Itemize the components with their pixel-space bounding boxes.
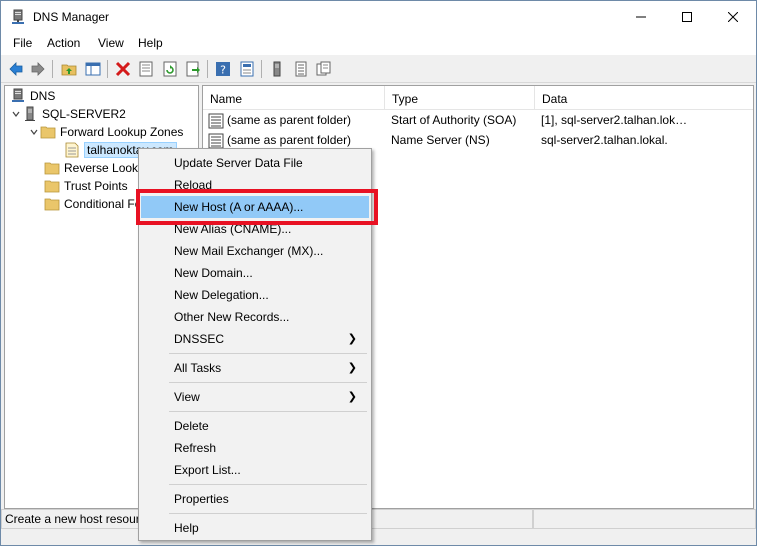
collapse-chevron-icon[interactable] [28,128,40,136]
folder-icon [40,126,56,139]
up-folder-icon [61,64,77,76]
menu-item-new-mail-exchanger[interactable]: New Mail Exchanger (MX)... [141,240,369,262]
menu-bar: File Action View Help [1,33,756,55]
cell-data: sql-server2.talhan.lokal. [541,133,668,147]
zone-file-icon [65,142,79,158]
window-title: DNS Manager [33,10,110,24]
maximize-icon [682,12,692,22]
copy-icon [316,61,331,76]
server-button[interactable] [267,59,287,79]
folder-icon [44,162,60,175]
menu-item-all-tasks-label: All Tasks [174,361,222,375]
cell-data: [1], sql-server2.talhan.lokal., hostmast… [541,113,693,127]
menu-item-export-list[interactable]: Export List... [141,459,369,481]
menu-item-view-label: View [174,390,200,404]
list-view-button[interactable] [291,59,311,79]
show-hide-tree-icon [85,62,101,76]
cell-name: (same as parent folder) [227,113,352,127]
copy-button[interactable] [314,59,334,79]
delete-button[interactable] [113,59,133,79]
table-row[interactable]: (same as parent folder) Start of Authori… [203,111,753,132]
export-list-button[interactable] [183,59,203,79]
folder-icon [44,198,60,211]
record-icon [208,113,224,132]
menu-view[interactable]: View [95,36,127,50]
properties-icon [139,61,153,77]
menu-help[interactable]: Help [135,36,166,50]
status-panel-3 [533,509,756,529]
title-bar: DNS Manager [1,1,756,33]
menu-item-other-new-records[interactable]: Other New Records... [141,306,369,328]
dns-manager-window: DNS Manager File Action View Help ? DNS … [0,0,757,546]
minimize-button[interactable] [618,1,664,33]
annotation-highlight-box [136,189,378,225]
minimize-icon [636,16,646,18]
menu-item-new-domain[interactable]: New Domain... [141,262,369,284]
server-icon [25,106,35,121]
menu-item-help[interactable]: Help [141,517,369,539]
back-button[interactable] [6,59,26,79]
menu-item-properties[interactable]: Properties [141,488,369,510]
menu-item-new-delegation[interactable]: New Delegation... [141,284,369,306]
submenu-arrow-icon: ❯ [347,391,357,403]
close-icon [728,12,738,22]
list-header: Name Type Data [203,86,753,110]
column-header-data[interactable]: Data [535,86,753,110]
close-button[interactable] [710,1,756,33]
back-arrow-icon [9,62,23,76]
column-header-name[interactable]: Name [203,86,385,110]
column-header-type[interactable]: Type [385,86,535,110]
status-bar: Create a new host resource record. [1,509,756,545]
help-button[interactable]: ? [213,59,233,79]
server-icon [273,61,281,77]
menu-item-dnssec[interactable]: DNSSEC ❯ [141,328,369,350]
cell-name: (same as parent folder) [227,133,352,147]
tree-node-server[interactable]: SQL-SERVER2 [10,105,126,123]
maximize-button[interactable] [664,1,710,33]
folder-icon [44,180,60,193]
tree-node-trust-points[interactable]: Trust Points [44,177,128,195]
menu-item-refresh[interactable]: Refresh [141,437,369,459]
menu-action[interactable]: Action [44,36,83,50]
tree-label-dns: DNS [30,89,56,103]
toolbar: ? [1,55,756,83]
refresh-button[interactable] [160,59,180,79]
menu-item-all-tasks[interactable]: All Tasks ❯ [141,357,369,379]
forward-button[interactable] [28,59,48,79]
tree-label-forward-zones: Forward Lookup Zones [60,125,184,139]
list-icon [295,61,307,77]
collapse-chevron-icon[interactable] [10,110,22,118]
dns-app-icon [10,9,26,25]
tree-node-dns[interactable]: DNS [10,87,55,105]
action-pane-button[interactable] [237,59,257,79]
menu-item-update-server-data-file[interactable]: Update Server Data File [141,152,369,174]
tree-label-trust-points: Trust Points [64,179,128,193]
export-list-icon [186,61,200,77]
menu-item-view[interactable]: View ❯ [141,386,369,408]
properties-button[interactable] [136,59,156,79]
cell-type: Start of Authority (SOA) [391,113,517,127]
forward-arrow-icon [31,62,45,76]
tree-node-forward-zones[interactable]: Forward Lookup Zones [28,123,183,141]
delete-icon [115,61,131,77]
svg-text:?: ? [220,64,226,77]
dns-icon [12,88,24,102]
refresh-icon [163,61,177,77]
show-hide-tree-button[interactable] [83,59,103,79]
menu-item-dnssec-label: DNSSEC [174,332,225,346]
submenu-arrow-icon: ❯ [347,362,357,374]
cell-type: Name Server (NS) [391,133,490,147]
tree-label-server: SQL-SERVER2 [42,107,126,121]
menu-item-delete[interactable]: Delete [141,415,369,437]
up-level-button[interactable] [59,59,79,79]
pane-icon [240,61,254,77]
menu-file[interactable]: File [10,36,35,50]
submenu-arrow-icon: ❯ [347,333,357,345]
help-icon: ? [216,62,230,77]
